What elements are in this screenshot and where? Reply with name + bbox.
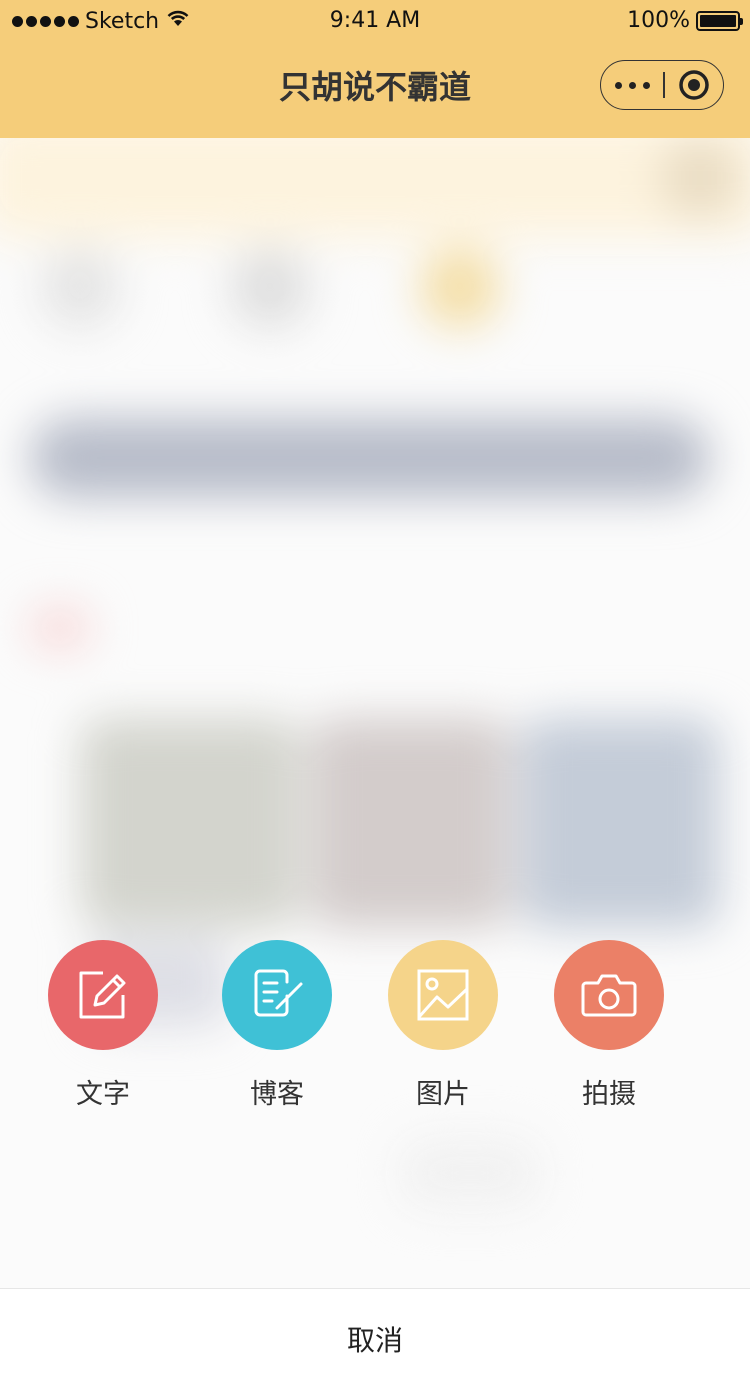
status-bar: Sketch 9:41 AM 100% (0, 0, 750, 40)
action-camera[interactable]: 拍摄 (539, 940, 679, 1111)
action-text[interactable]: 文字 (33, 940, 173, 1111)
action-blog[interactable]: 博客 (207, 940, 347, 1111)
close-miniprogram-button[interactable] (665, 61, 724, 109)
action-image[interactable]: 图片 (373, 940, 513, 1111)
action-label: 图片 (416, 1079, 470, 1110)
camera-action-circle[interactable] (554, 940, 664, 1050)
nav-bar: 只胡说不霸道 (0, 40, 750, 138)
edit-icon (79, 971, 126, 1019)
action-label: 文字 (76, 1079, 130, 1110)
cancel-button[interactable]: 取消 (0, 1319, 750, 1359)
camera-icon (581, 974, 637, 1017)
blog-icon (254, 969, 303, 1017)
status-right: 100% (627, 8, 743, 33)
more-button[interactable] (601, 61, 663, 109)
battery-icon (696, 10, 743, 31)
blog-action-circle[interactable] (222, 940, 332, 1050)
action-label: 博客 (250, 1079, 304, 1110)
target-icon (679, 70, 709, 100)
action-menu: 文字 博客 图片 拍摄 (0, 940, 750, 1120)
image-action-circle[interactable] (388, 940, 498, 1050)
image-icon (417, 969, 469, 1021)
more-dots-icon (614, 81, 622, 89)
capsule-menu (600, 60, 724, 110)
battery-percent: 100% (627, 8, 690, 33)
cancel-bar[interactable]: 取消 (0, 1288, 750, 1383)
text-action-circle[interactable] (48, 940, 158, 1050)
action-label: 拍摄 (582, 1079, 636, 1110)
